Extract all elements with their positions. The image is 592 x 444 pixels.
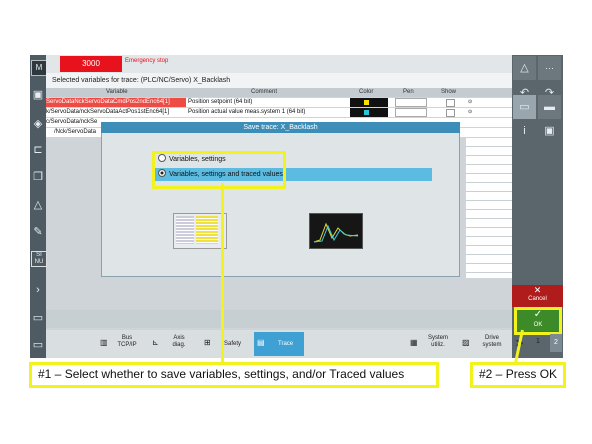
show-checkbox[interactable]: [446, 99, 455, 107]
options-highlight-box: [152, 151, 286, 189]
trace-title: Selected variables for trace: (PLC/NC/Se…: [46, 73, 512, 88]
bracket-icon[interactable]: ⊏: [31, 143, 45, 157]
close-icon: ✕: [533, 285, 542, 295]
dialog-title: Save trace: X_Backlash: [101, 122, 460, 133]
traced-values-thumbnail: [309, 213, 363, 249]
program-manager-icon[interactable]: ❐: [31, 170, 45, 184]
trace-icon: ▤: [257, 338, 265, 347]
softkey-drive-system[interactable]: ▨ Drive system: [460, 332, 508, 356]
softkey-label: Trace: [278, 341, 294, 347]
safety-icon: ⊞: [204, 338, 211, 347]
caption-step2: #2 – Press OK: [479, 367, 558, 381]
grid-icon[interactable]: ⋯: [538, 56, 561, 80]
alarm-number[interactable]: 3000: [60, 56, 122, 72]
save-trace-dialog: [101, 122, 460, 277]
offset-icon[interactable]: ◈: [31, 117, 45, 131]
horizontal-softkey-strip: [46, 310, 512, 328]
variable-cell: /Nck/ServoData: [54, 129, 97, 135]
column-color: Color: [359, 89, 374, 95]
program-icon[interactable]: ▣: [31, 88, 45, 102]
color-selector[interactable]: [350, 108, 388, 117]
axis-icon: ⊾: [152, 338, 159, 347]
camera-icon[interactable]: ▣: [538, 119, 561, 143]
softkey-label: Safety: [224, 341, 242, 347]
warning-icon[interactable]: △: [513, 56, 536, 80]
trace-graph-icon: [313, 222, 359, 243]
variable-cell: k/ServoData/nckServoDataActPos1stEnc64[1…: [46, 109, 170, 115]
column-variable: Variable: [106, 89, 128, 95]
machine-icon[interactable]: M: [31, 60, 47, 76]
alarm-text: Emergency stop: [125, 58, 169, 64]
empty-rows: [466, 138, 512, 278]
comment-cell: Position setpoint (64 bit): [188, 99, 253, 105]
softkey-axis-diag[interactable]: ⊾ Axis diag.: [150, 332, 196, 356]
caption-step2-box: #2 – Press OK: [470, 362, 566, 388]
utilization-icon: ▦: [410, 338, 418, 347]
softkey-system-utilization[interactable]: ▦ System utiliz.: [408, 332, 454, 356]
pen-selector[interactable]: [395, 108, 427, 117]
color-selector[interactable]: [350, 98, 388, 107]
row-indicator-icon: ⊙: [468, 109, 473, 115]
row-indicator-icon: ⊙: [468, 99, 473, 105]
expand-arrow-icon[interactable]: ›: [31, 283, 45, 297]
cancel-label: Cancel: [528, 296, 547, 302]
softkey-label: Bus TCP/IP: [117, 335, 137, 348]
softkey-label: System utiliz.: [427, 335, 448, 348]
column-comment: Comment: [251, 89, 278, 95]
show-checkbox[interactable]: [446, 109, 455, 117]
keyboard-icon[interactable]: ▭: [31, 311, 45, 325]
softkey-bus-tcpip[interactable]: ▥ Bus TCP/IP: [98, 332, 144, 356]
connector-line: [221, 183, 224, 363]
pen-selector[interactable]: [395, 98, 427, 107]
bus-icon: ▥: [100, 338, 108, 347]
info-icon[interactable]: i: [513, 119, 536, 143]
window-alt-icon[interactable]: ▬: [538, 95, 561, 119]
column-pen: Pen: [403, 89, 414, 95]
caption-step1-box: #1 – Select whether to save variables, s…: [29, 362, 439, 388]
variable-cell: c/ServoData/nckSe: [46, 119, 98, 125]
column-show: Show: [441, 89, 457, 95]
softkey-label: Drive system: [482, 335, 502, 348]
comment-cell: Position actual value meas.system 1 (64 …: [188, 109, 306, 115]
wrench-icon[interactable]: ✎: [31, 225, 45, 239]
caption-step1: #1 – Select whether to save variables, s…: [38, 367, 405, 381]
page-2-button[interactable]: 2: [550, 334, 562, 352]
softkey-trace[interactable]: ▤ Trace: [254, 332, 304, 356]
softkey-safety[interactable]: ⊞ Safety: [202, 332, 248, 356]
diagnostics-warning-icon[interactable]: △: [31, 198, 45, 212]
sinumerik-icon[interactable]: SI NU: [31, 251, 47, 267]
left-sidebar: M ▣ ◈ ⊏ ❐ △ ✎ SI NU › ▭ ▭: [30, 55, 47, 358]
drive-icon: ▨: [462, 338, 470, 347]
menu-icon[interactable]: ▭: [31, 338, 45, 352]
window-icon[interactable]: ▭: [513, 95, 536, 119]
table-row[interactable]: ServoDataNckServoDataCmdPos2ndEnc64[1] P…: [46, 98, 512, 107]
page-1-button[interactable]: 1: [536, 338, 540, 345]
settings-thumbnail: [173, 213, 227, 249]
table-header: Variable Comment Color Pen Show: [46, 88, 512, 97]
table-row[interactable]: k/ServoData/nckServoDataActPos1stEnc64[1…: [46, 108, 512, 117]
cancel-button[interactable]: ✕ Cancel: [512, 285, 563, 307]
softkey-label: Axis diag.: [172, 335, 186, 348]
variable-cell: ServoDataNckServoDataCmdPos2ndEnc64[1]: [46, 98, 186, 107]
